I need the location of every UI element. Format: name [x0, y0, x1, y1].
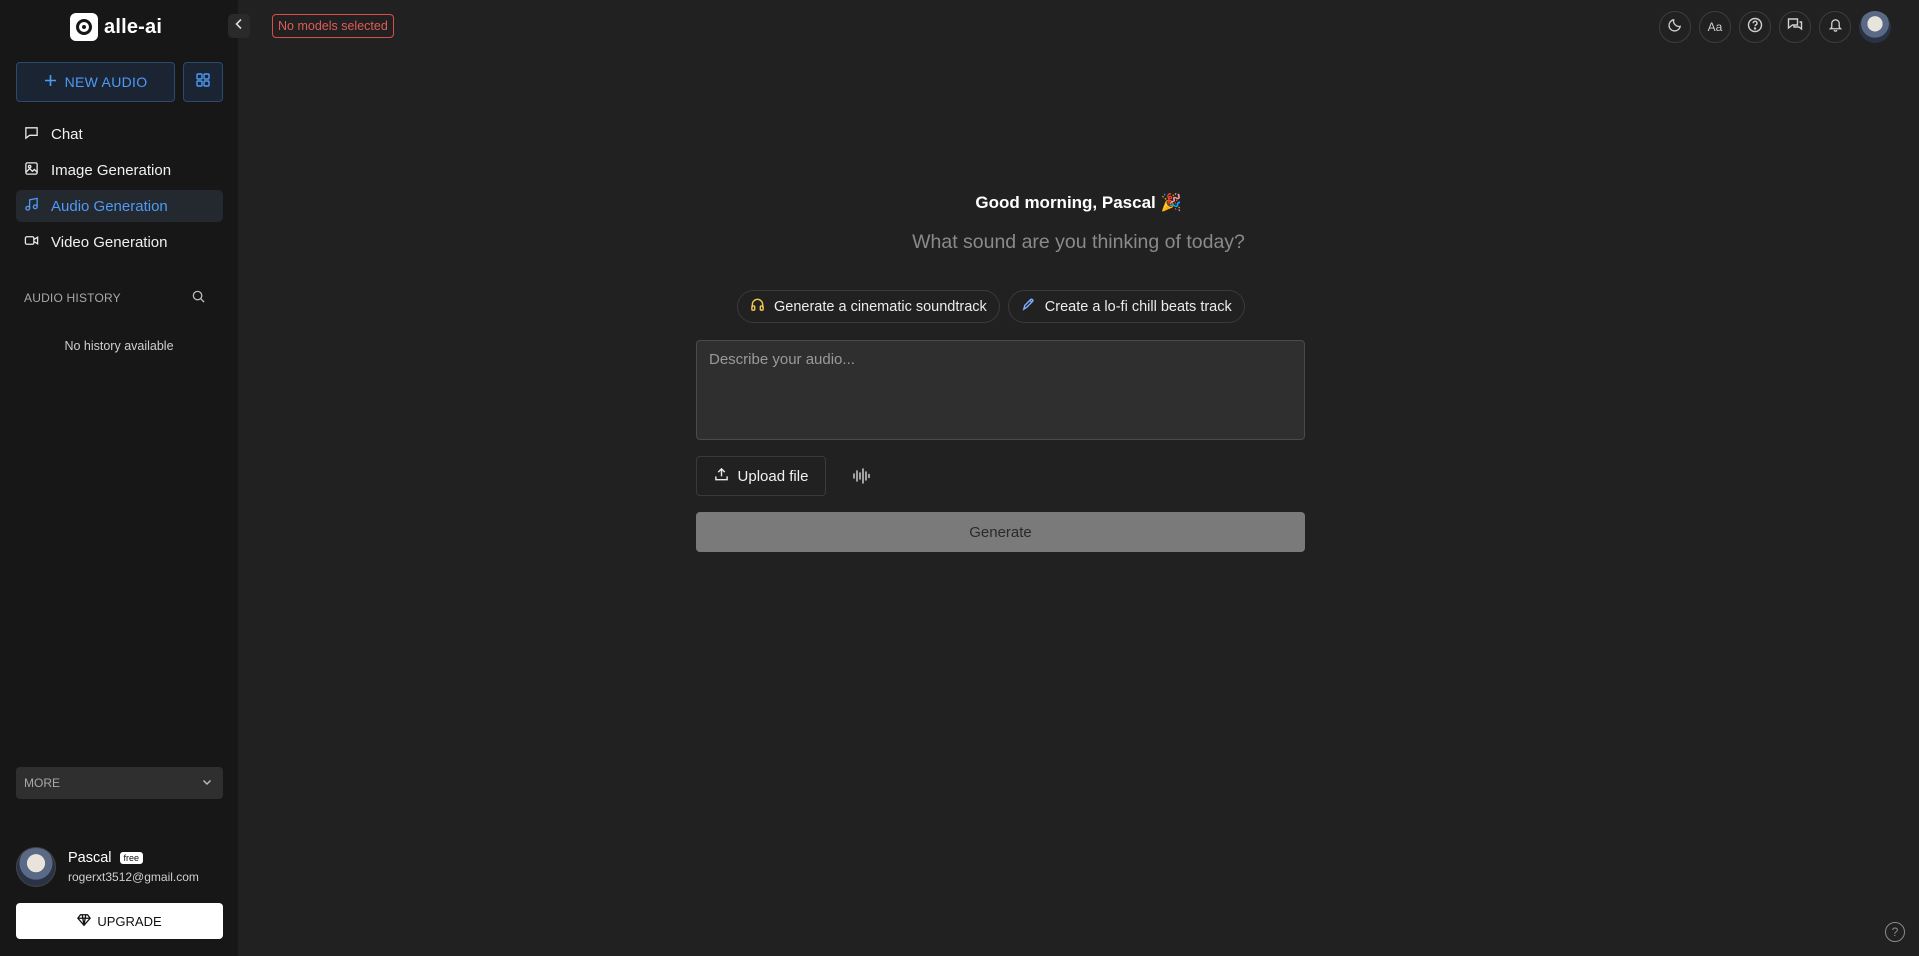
more-label: MORE: [24, 776, 60, 790]
sidebar-item-image-generation[interactable]: Image Generation: [16, 154, 223, 186]
page-subtitle: What sound are you thinking of today?: [912, 231, 1245, 253]
headphones-icon: [750, 297, 765, 316]
video-icon: [24, 233, 39, 252]
chevron-left-icon: [234, 17, 244, 35]
more-dropdown[interactable]: MORE: [16, 767, 223, 799]
sidebar-item-label: Chat: [51, 125, 83, 143]
user-email: rogerxt3512@gmail.com: [68, 870, 199, 884]
user-name: Pascal: [68, 850, 112, 866]
help-icon: [1747, 17, 1763, 38]
audio-prompt-input[interactable]: [696, 340, 1305, 440]
app-logo[interactable]: alle-ai: [70, 13, 162, 41]
plus-icon: [44, 74, 57, 90]
theme-toggle-button[interactable]: [1659, 11, 1691, 43]
suggestion-label: Generate a cinematic soundtrack: [774, 298, 987, 315]
audio-history-heading: AUDIO HISTORY: [24, 291, 121, 305]
pen-icon: [1021, 297, 1036, 316]
suggestion-cinematic-soundtrack[interactable]: Generate a cinematic soundtrack: [737, 290, 1000, 323]
font-size-button[interactable]: Aa: [1699, 11, 1731, 43]
music-note-icon: [24, 197, 39, 216]
user-info: Pascal free rogerxt3512@gmail.com: [68, 850, 199, 884]
search-icon: [191, 290, 206, 308]
upload-label: Upload file: [737, 467, 809, 485]
bell-icon: [1828, 17, 1843, 37]
sidebar-item-video-generation[interactable]: Video Generation: [16, 226, 223, 258]
sidebar: alle-ai NEW AUDIO Chat Image Generation: [0, 0, 238, 956]
app-name: alle-ai: [104, 15, 163, 38]
upload-icon: [714, 467, 729, 486]
suggestion-chips: Generate a cinematic soundtrack Create a…: [737, 290, 1245, 323]
sidebar-nav: Chat Image Generation Audio Generation V…: [16, 118, 223, 262]
suggestion-label: Create a lo-fi chill beats track: [1044, 298, 1232, 315]
sidebar-item-label: Image Generation: [51, 161, 172, 179]
generate-button[interactable]: Generate: [696, 512, 1305, 552]
upgrade-button[interactable]: UPGRADE: [16, 903, 223, 939]
feedback-icon: [1787, 17, 1803, 38]
sidebar-item-label: Video Generation: [51, 233, 168, 251]
feedback-button[interactable]: [1779, 11, 1811, 43]
plan-badge: free: [119, 852, 144, 864]
user-profile[interactable]: Pascal free rogerxt3512@gmail.com: [16, 847, 199, 887]
no-history-message: No history available: [64, 339, 174, 353]
help-icon[interactable]: ?: [1885, 922, 1905, 942]
help-button[interactable]: [1739, 11, 1771, 43]
greeting-heading: Good morning, Pascal 🎉: [975, 193, 1182, 212]
collapse-sidebar-button[interactable]: [228, 14, 250, 38]
image-icon: [24, 161, 39, 180]
suggestion-lofi-beats[interactable]: Create a lo-fi chill beats track: [1007, 290, 1245, 323]
top-toolbar: Aa: [1659, 11, 1891, 43]
models-status-badge[interactable]: No models selected: [272, 14, 394, 38]
chat-icon: [24, 125, 39, 144]
sidebar-item-audio-generation[interactable]: Audio Generation: [16, 190, 223, 222]
moon-icon: [1667, 17, 1683, 37]
font-size-icon: Aa: [1707, 20, 1723, 34]
diamond-icon: [77, 913, 92, 930]
grid-icon: [196, 72, 210, 92]
new-audio-button[interactable]: NEW AUDIO: [16, 62, 175, 102]
waveform-icon: [852, 468, 870, 489]
logo-icon: [70, 13, 98, 41]
voice-input-button[interactable]: [852, 467, 870, 490]
sidebar-item-label: Audio Generation: [51, 197, 168, 215]
new-audio-label: NEW AUDIO: [64, 74, 148, 90]
chevron-down-icon: [201, 776, 213, 791]
notifications-button[interactable]: [1819, 11, 1851, 43]
user-avatar-button[interactable]: [1859, 11, 1891, 43]
upgrade-label: UPGRADE: [97, 913, 162, 929]
history-search-button[interactable]: [191, 289, 206, 309]
upload-file-button[interactable]: Upload file: [696, 456, 826, 496]
layout-grid-button[interactable]: [183, 62, 223, 102]
sidebar-item-chat[interactable]: Chat: [16, 118, 223, 150]
avatar: [16, 847, 56, 887]
